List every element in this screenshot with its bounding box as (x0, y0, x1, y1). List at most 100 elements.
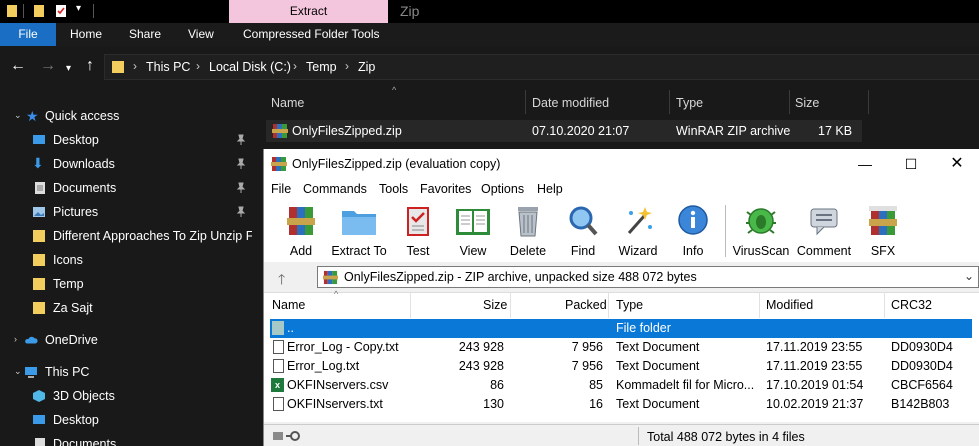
sidebar-item-label: Za Sajt (53, 301, 93, 315)
text-document-icon (273, 359, 284, 373)
sidebar-item-documents[interactable]: Documents (0, 176, 254, 200)
pin-icon[interactable] (236, 158, 246, 170)
maximize-icon[interactable]: ☐ (888, 149, 934, 179)
chevron-down-icon[interactable]: ⌄ (14, 366, 22, 377)
breadcrumb-zip[interactable]: Zip (358, 60, 375, 74)
column-divider[interactable] (525, 90, 526, 114)
list-item[interactable]: Error_Log - Copy.txt 243 928 7 956 Text … (270, 338, 972, 357)
breadcrumb-temp[interactable]: Temp (306, 60, 337, 74)
address-bar[interactable]: › This PC › Local Disk (C:) › Temp › Zip (104, 54, 979, 80)
up-arrow-icon[interactable]: ↑ (86, 58, 94, 74)
tab-view[interactable]: View (188, 23, 214, 46)
back-arrow-icon[interactable]: ← (10, 58, 26, 74)
column-header-name[interactable]: Name (271, 96, 304, 110)
context-tab-extract[interactable]: Extract (229, 0, 388, 23)
pin-icon[interactable] (236, 206, 246, 218)
row-packed: 16 (589, 397, 603, 411)
sidebar-item-desktop-pc[interactable]: Desktop (0, 408, 254, 432)
sidebar-item-downloads[interactable]: ⬇ Downloads (0, 152, 254, 176)
folder-icon[interactable] (6, 4, 18, 18)
column-divider[interactable] (510, 293, 511, 318)
row-type: File folder (616, 321, 671, 335)
key-lock-icon[interactable] (272, 430, 304, 442)
breadcrumb-this-pc[interactable]: This PC (146, 60, 190, 74)
column-divider[interactable] (868, 90, 869, 114)
customize-qat-icon[interactable]: ▾ (76, 3, 81, 14)
status-text: Total 488 072 bytes in 4 files (647, 430, 805, 444)
column-divider[interactable] (410, 293, 411, 318)
column-header-size[interactable]: Size (483, 298, 507, 312)
close-icon[interactable]: ✕ (934, 149, 979, 179)
list-item[interactable]: x OKFINservers.csv 86 85 Kommadelt fil f… (270, 376, 972, 395)
column-divider[interactable] (608, 293, 609, 318)
properties-icon[interactable] (33, 4, 45, 18)
menu-tools[interactable]: Tools (379, 182, 408, 196)
list-item[interactable]: OKFINservers.txt 130 16 Text Document 10… (270, 395, 972, 414)
menu-file[interactable]: File (271, 182, 291, 196)
menu-options[interactable]: Options (481, 182, 524, 196)
sidebar-item-3d-objects[interactable]: 3D Objects (0, 384, 254, 408)
up-one-level-icon[interactable]: 🡑 (278, 269, 285, 293)
tab-compressed-folder-tools[interactable]: Compressed Folder Tools (243, 23, 380, 46)
sidebar-item-quick-access[interactable]: ⌄ ★ Quick access (0, 104, 254, 128)
text-document-icon (273, 340, 284, 354)
menu-favorites[interactable]: Favorites (420, 182, 471, 196)
chevron-down-icon[interactable]: ⌄ (14, 110, 22, 121)
sidebar-item-label: Desktop (53, 133, 99, 147)
list-item[interactable]: Error_Log.txt 243 928 7 956 Text Documen… (270, 357, 972, 376)
sidebar-item-temp[interactable]: Temp (0, 272, 254, 296)
recent-locations-chevron-icon[interactable]: ▾ (66, 61, 71, 77)
winrar-title-bar[interactable]: OnlyFilesZipped.zip (evaluation copy) — … (264, 149, 979, 179)
column-header-size[interactable]: Size (795, 96, 819, 110)
sidebar-item-this-pc[interactable]: ⌄ This PC (0, 360, 254, 384)
sfx-button[interactable]: SFX (854, 203, 912, 259)
column-header-name[interactable]: Name (272, 298, 305, 312)
sidebar-item-different-approaches[interactable]: Different Approaches To Zip Unzip Files (0, 224, 254, 248)
magic-wand-icon (627, 207, 652, 234)
sidebar-item-icons[interactable]: Icons (0, 248, 254, 272)
info-button[interactable]: Info (664, 203, 722, 259)
chevron-down-icon[interactable]: ⌄ (964, 269, 974, 283)
pin-icon[interactable] (236, 134, 246, 146)
breadcrumb-local-disk[interactable]: Local Disk (C:) (209, 60, 291, 74)
tab-file[interactable]: File (0, 23, 56, 46)
row-packed: 7 956 (571, 359, 603, 373)
sidebar-item-documents-pc[interactable]: Documents (0, 432, 254, 446)
sidebar-item-pictures[interactable]: Pictures (0, 200, 254, 224)
breadcrumb-separator-icon: › (345, 59, 349, 73)
chevron-right-icon[interactable]: › (14, 334, 17, 344)
column-header-type[interactable]: Type (676, 96, 703, 110)
tab-home[interactable]: Home (70, 23, 102, 46)
row-crc32: CBCF6564 (891, 378, 953, 392)
folder-icon (272, 321, 284, 335)
sidebar-item-desktop[interactable]: Desktop (0, 128, 254, 152)
sidebar-item-label: Quick access (45, 109, 120, 123)
row-size: 130 (483, 397, 504, 411)
menu-help[interactable]: Help (537, 182, 563, 196)
column-divider[interactable] (884, 293, 885, 318)
checklist-icon[interactable] (55, 4, 67, 18)
forward-arrow-icon[interactable]: → (40, 58, 56, 74)
sidebar-item-onedrive[interactable]: › OneDrive (0, 328, 254, 352)
minimize-icon[interactable]: — (842, 149, 888, 179)
virusscan-button[interactable]: VirusScan (732, 203, 790, 259)
column-header-modified[interactable]: Modified (766, 298, 813, 312)
sidebar-item-za-sajt[interactable]: Za Sajt (0, 296, 254, 320)
sidebar-item-label: Different Approaches To Zip Unzip Files (53, 229, 252, 243)
breadcrumb-separator-icon: › (133, 59, 137, 73)
menu-commands[interactable]: Commands (303, 182, 367, 196)
column-header-date-modified[interactable]: Date modified (532, 96, 609, 110)
column-header-packed[interactable]: Packed (565, 298, 607, 312)
excel-csv-icon: x (271, 378, 284, 392)
column-header-crc32[interactable]: CRC32 (891, 298, 932, 312)
column-divider[interactable] (789, 90, 790, 114)
tab-share[interactable]: Share (129, 23, 161, 46)
pin-icon[interactable] (236, 182, 246, 194)
column-divider[interactable] (669, 90, 670, 114)
column-divider[interactable] (759, 293, 760, 318)
column-header-type[interactable]: Type (616, 298, 643, 312)
row-packed: 7 956 (571, 340, 603, 354)
list-item-parent-folder[interactable]: .. File folder (270, 319, 972, 338)
file-row[interactable]: OnlyFilesZipped.zip 07.10.2020 21:07 Win… (266, 120, 862, 142)
archive-path-dropdown[interactable]: OnlyFilesZipped.zip - ZIP archive, unpac… (317, 266, 979, 288)
